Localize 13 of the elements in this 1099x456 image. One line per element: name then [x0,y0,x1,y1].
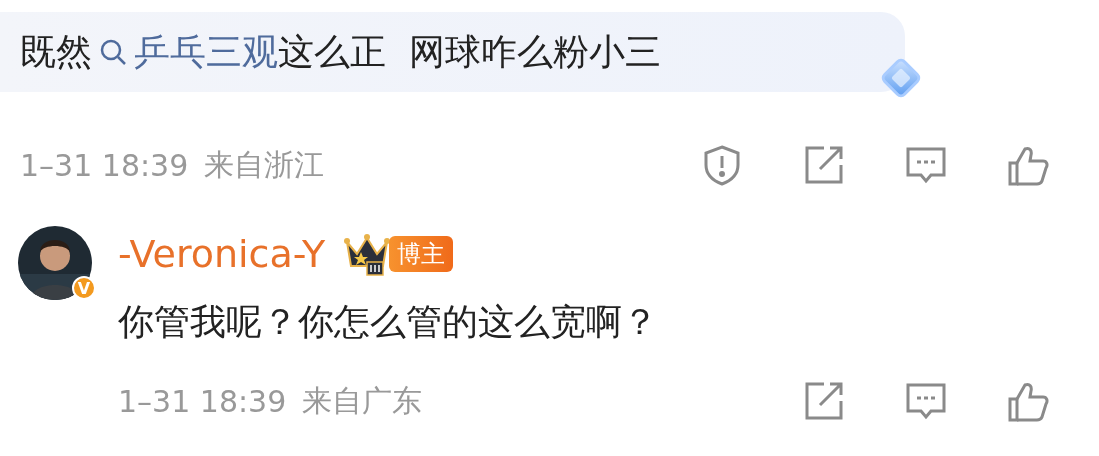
username[interactable]: -Veronica-Y [118,232,326,276]
comment-text: 既然 [20,29,92,74]
location: 来自广东 [302,381,423,420]
comment-text: 这么正 网球咋么粉小三 [278,29,661,74]
search-icon [98,37,128,67]
verified-badge: V [72,276,96,300]
location: 来自浙江 [204,145,325,184]
blogger-badge: 博主 [389,236,454,272]
timestamp: 1–31 18:39 [118,383,287,419]
topic-link[interactable]: 乒乓三观 [92,27,278,77]
timestamp: 1–31 18:39 [20,147,189,183]
reply-text: 你管我呢？你怎么管的这么宽啊？ [118,299,659,344]
crown-icon [343,232,392,276]
